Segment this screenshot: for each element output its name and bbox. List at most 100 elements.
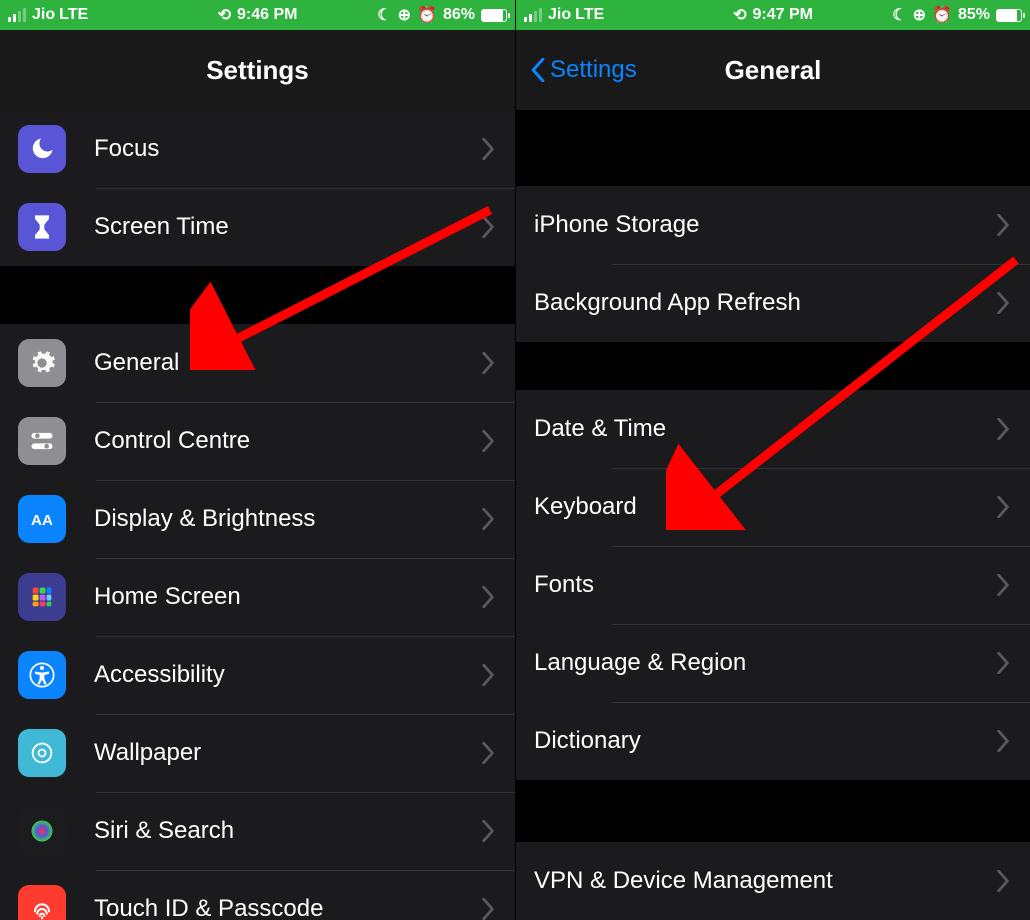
signal-icon (8, 8, 26, 22)
status-bar: Jio LTE ⟲ 9:47 PM ☾ ⊕ ⏰ 85% (516, 0, 1030, 30)
battery-pct: 86% (443, 6, 475, 24)
svg-text:AA: AA (31, 512, 53, 529)
touch-id-icon (18, 885, 66, 920)
row-wallpaper[interactable]: Wallpaper (0, 714, 515, 792)
row-vpn-device-management[interactable]: VPN & Device Management (516, 842, 1030, 920)
settings-group-1: Focus Screen Time (0, 110, 515, 266)
row-label: Display & Brightness (94, 505, 481, 533)
row-label: Siri & Search (94, 817, 481, 845)
back-label: Settings (550, 56, 637, 84)
row-label: Touch ID & Passcode (94, 895, 481, 920)
focus-icon (18, 125, 66, 173)
row-label: General (94, 349, 481, 377)
nav-bar: Settings (0, 30, 515, 110)
row-label: Language & Region (534, 649, 996, 677)
display-brightness-icon: AA (18, 495, 66, 543)
carrier: Jio (548, 6, 571, 24)
alarm-icon: ⏰ (932, 5, 952, 25)
row-control-centre[interactable]: Control Centre (0, 402, 515, 480)
row-background-app-refresh[interactable]: Background App Refresh (516, 264, 1030, 342)
home-screen-icon (18, 573, 66, 621)
clock: 9:47 PM (752, 6, 812, 24)
row-label: Dictionary (534, 727, 996, 755)
row-fonts[interactable]: Fonts (516, 546, 1030, 624)
row-label: Keyboard (534, 493, 996, 521)
moon-icon: ☾ (892, 5, 906, 25)
chevron-right-icon (996, 418, 1010, 440)
row-label: Background App Refresh (534, 289, 996, 317)
battery-icon (996, 9, 1022, 22)
row-date-time[interactable]: Date & Time (516, 390, 1030, 468)
row-label: Fonts (534, 571, 996, 599)
page-title: General (725, 55, 822, 86)
chevron-right-icon (996, 496, 1010, 518)
wallpaper-icon (18, 729, 66, 777)
screen-time-icon (18, 203, 66, 251)
section-gap (516, 110, 1030, 186)
hotspot-icon: ⟲ (733, 5, 746, 25)
row-language-region[interactable]: Language & Region (516, 624, 1030, 702)
chevron-right-icon (996, 574, 1010, 596)
section-gap (0, 266, 515, 324)
back-button[interactable]: Settings (530, 56, 637, 84)
row-label: Control Centre (94, 427, 481, 455)
chevron-left-icon (530, 58, 546, 82)
network: LTE (59, 6, 88, 24)
chevron-right-icon (481, 508, 495, 530)
row-label: Focus (94, 135, 481, 163)
row-label: iPhone Storage (534, 211, 996, 239)
row-keyboard[interactable]: Keyboard (516, 468, 1030, 546)
carrier: Jio (32, 6, 55, 24)
row-label: Home Screen (94, 583, 481, 611)
row-siri-search[interactable]: Siri & Search (0, 792, 515, 870)
chevron-right-icon (481, 430, 495, 452)
row-label: Accessibility (94, 661, 481, 689)
row-home-screen[interactable]: Home Screen (0, 558, 515, 636)
siri-search-icon (18, 807, 66, 855)
row-iphone-storage[interactable]: iPhone Storage (516, 186, 1030, 264)
row-label: Screen Time (94, 213, 481, 241)
row-dictionary[interactable]: Dictionary (516, 702, 1030, 780)
chevron-right-icon (481, 898, 495, 920)
chevron-right-icon (481, 586, 495, 608)
clock: 9:46 PM (237, 6, 297, 24)
chevron-right-icon (481, 138, 495, 160)
settings-group-2: General Control Centre AA Display & Brightn… (0, 324, 515, 920)
hotspot-icon: ⟲ (218, 5, 231, 25)
chevron-right-icon (996, 214, 1010, 236)
chevron-right-icon (996, 652, 1010, 674)
section-gap (516, 780, 1030, 842)
general-group-1: iPhone Storage Background App Refresh (516, 186, 1030, 342)
accessibility-icon (18, 651, 66, 699)
general-screen: Jio LTE ⟲ 9:47 PM ☾ ⊕ ⏰ 85% Settings Gen… (515, 0, 1030, 920)
lock-icon: ⊕ (398, 5, 411, 25)
nav-bar: Settings General (516, 30, 1030, 110)
chevron-right-icon (481, 742, 495, 764)
signal-icon (524, 8, 542, 22)
chevron-right-icon (481, 820, 495, 842)
battery-icon (481, 9, 507, 22)
general-group-3: VPN & Device Management (516, 842, 1030, 920)
alarm-icon: ⏰ (417, 5, 437, 25)
chevron-right-icon (996, 292, 1010, 314)
lock-icon: ⊕ (913, 5, 926, 25)
settings-screen: Jio LTE ⟲ 9:46 PM ☾ ⊕ ⏰ 86% Settings Foc… (0, 0, 515, 920)
control-centre-icon (18, 417, 66, 465)
chevron-right-icon (481, 216, 495, 238)
row-label: VPN & Device Management (534, 867, 996, 895)
row-screen-time[interactable]: Screen Time (0, 188, 515, 266)
row-touch-id[interactable]: Touch ID & Passcode (0, 870, 515, 920)
row-accessibility[interactable]: Accessibility (0, 636, 515, 714)
chevron-right-icon (481, 352, 495, 374)
row-general[interactable]: General (0, 324, 515, 402)
general-group-2: Date & Time Keyboard Fonts Language & Regio… (516, 390, 1030, 780)
status-bar: Jio LTE ⟲ 9:46 PM ☾ ⊕ ⏰ 86% (0, 0, 515, 30)
chevron-right-icon (996, 870, 1010, 892)
moon-icon: ☾ (377, 5, 391, 25)
row-focus[interactable]: Focus (0, 110, 515, 188)
battery-pct: 85% (958, 6, 990, 24)
page-title: Settings (206, 55, 309, 86)
row-display-brightness[interactable]: AA Display & Brightness (0, 480, 515, 558)
section-gap (516, 342, 1030, 390)
general-icon (18, 339, 66, 387)
